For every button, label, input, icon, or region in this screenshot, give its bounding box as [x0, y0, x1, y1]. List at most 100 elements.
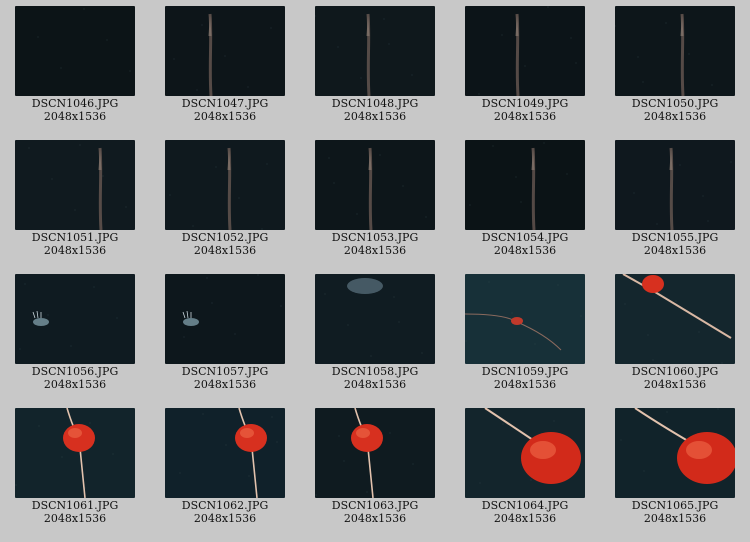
thumbnail-cell[interactable]: DSCN1046.JPG 2048x1536 [0, 0, 150, 134]
thumbnail-filename: DSCN1048.JPG [331, 97, 419, 110]
thumbnail-dimensions: 2048x1536 [43, 110, 107, 123]
thumbnail-dimensions: 2048x1536 [493, 512, 557, 525]
thumbnail-filename: DSCN1060.JPG [631, 365, 719, 378]
thumbnail-dimensions: 2048x1536 [493, 378, 557, 391]
thumbnail-filename: DSCN1047.JPG [181, 97, 269, 110]
thumbnail-cell[interactable]: DSCN1058.JPG 2048x1536 [300, 268, 450, 402]
thumbnail-filename: DSCN1050.JPG [631, 97, 719, 110]
thumbnail-dimensions: 2048x1536 [643, 110, 707, 123]
thumbnail-image[interactable] [15, 6, 135, 96]
thumbnail-photo [315, 140, 435, 230]
thumbnail-photo [615, 140, 735, 230]
thumbnail-filename: DSCN1051.JPG [31, 231, 119, 244]
thumbnail-dimensions: 2048x1536 [493, 110, 557, 123]
thumbnail-dimensions: 2048x1536 [343, 378, 407, 391]
thumbnail-filename: DSCN1061.JPG [31, 499, 119, 512]
thumbnail-dimensions: 2048x1536 [643, 244, 707, 257]
thumbnail-filename: DSCN1059.JPG [481, 365, 569, 378]
thumbnail-dimensions: 2048x1536 [43, 378, 107, 391]
thumbnail-dimensions: 2048x1536 [193, 512, 257, 525]
thumbnail-dimensions: 2048x1536 [343, 110, 407, 123]
thumbnail-dimensions: 2048x1536 [193, 244, 257, 257]
thumbnail-image[interactable] [465, 408, 585, 498]
thumbnail-cell[interactable]: DSCN1051.JPG 2048x1536 [0, 134, 150, 268]
thumbnail-dimensions: 2048x1536 [643, 512, 707, 525]
thumbnail-image[interactable] [165, 140, 285, 230]
thumbnail-dimensions: 2048x1536 [343, 512, 407, 525]
thumbnail-dimensions: 2048x1536 [343, 244, 407, 257]
thumbnail-filename: DSCN1062.JPG [181, 499, 269, 512]
thumbnail-image[interactable] [15, 140, 135, 230]
thumbnail-image[interactable] [165, 274, 285, 364]
thumbnail-photo [15, 6, 135, 96]
thumbnail-cell[interactable]: DSCN1065.JPG 2048x1536 [600, 402, 750, 536]
thumbnail-cell[interactable]: DSCN1056.JPG 2048x1536 [0, 268, 150, 402]
thumbnail-cell[interactable]: DSCN1059.JPG 2048x1536 [450, 268, 600, 402]
thumbnail-cell[interactable]: DSCN1063.JPG 2048x1536 [300, 402, 450, 536]
thumbnail-photo [15, 408, 135, 498]
thumbnail-image[interactable] [315, 408, 435, 498]
thumbnail-photo [465, 408, 585, 498]
thumbnail-filename: DSCN1057.JPG [181, 365, 269, 378]
thumbnail-cell[interactable]: DSCN1057.JPG 2048x1536 [150, 268, 300, 402]
thumbnail-image[interactable] [165, 408, 285, 498]
thumbnail-cell[interactable]: DSCN1047.JPG 2048x1536 [150, 0, 300, 134]
thumbnail-photo [465, 274, 585, 364]
thumbnail-image[interactable] [165, 6, 285, 96]
thumbnail-filename: DSCN1065.JPG [631, 499, 719, 512]
thumbnail-dimensions: 2048x1536 [643, 378, 707, 391]
thumbnail-photo [465, 6, 585, 96]
thumbnail-filename: DSCN1058.JPG [331, 365, 419, 378]
thumbnail-image[interactable] [465, 140, 585, 230]
thumbnail-photo [165, 6, 285, 96]
thumbnail-dimensions: 2048x1536 [193, 378, 257, 391]
thumbnail-image[interactable] [315, 140, 435, 230]
thumbnail-dimensions: 2048x1536 [43, 244, 107, 257]
thumbnail-image[interactable] [315, 274, 435, 364]
thumbnail-filename: DSCN1056.JPG [31, 365, 119, 378]
thumbnail-cell[interactable]: DSCN1049.JPG 2048x1536 [450, 0, 600, 134]
thumbnail-filename: DSCN1049.JPG [481, 97, 569, 110]
thumbnail-photo [315, 6, 435, 96]
thumbnail-cell[interactable]: DSCN1052.JPG 2048x1536 [150, 134, 300, 268]
thumbnail-filename: DSCN1064.JPG [481, 499, 569, 512]
thumbnail-image[interactable] [465, 6, 585, 96]
thumbnail-photo [165, 274, 285, 364]
thumbnail-filename: DSCN1063.JPG [331, 499, 419, 512]
thumbnail-cell[interactable]: DSCN1053.JPG 2048x1536 [300, 134, 450, 268]
thumbnail-image[interactable] [615, 408, 735, 498]
thumbnail-filename: DSCN1054.JPG [481, 231, 569, 244]
thumbnail-photo [465, 140, 585, 230]
thumbnail-photo [165, 408, 285, 498]
thumbnail-cell[interactable]: DSCN1048.JPG 2048x1536 [300, 0, 450, 134]
thumbnail-cell[interactable]: DSCN1061.JPG 2048x1536 [0, 402, 150, 536]
thumbnail-filename: DSCN1052.JPG [181, 231, 269, 244]
thumbnail-photo [315, 274, 435, 364]
thumbnail-photo [615, 6, 735, 96]
thumbnail-cell[interactable]: DSCN1054.JPG 2048x1536 [450, 134, 600, 268]
thumbnail-image[interactable] [615, 140, 735, 230]
thumbnail-image[interactable] [615, 274, 735, 364]
thumbnail-cell[interactable]: DSCN1060.JPG 2048x1536 [600, 268, 750, 402]
thumbnail-image[interactable] [465, 274, 585, 364]
thumbnail-image[interactable] [315, 6, 435, 96]
thumbnail-filename: DSCN1046.JPG [31, 97, 119, 110]
thumbnail-grid: DSCN1046.JPG 2048x1536 DSCN1047.JPG 2048… [0, 0, 750, 542]
thumbnail-photo [165, 140, 285, 230]
thumbnail-photo [615, 274, 735, 364]
thumbnail-photo [615, 408, 735, 498]
thumbnail-filename: DSCN1055.JPG [631, 231, 719, 244]
thumbnail-cell[interactable]: DSCN1062.JPG 2048x1536 [150, 402, 300, 536]
thumbnail-image[interactable] [15, 274, 135, 364]
thumbnail-cell[interactable]: DSCN1050.JPG 2048x1536 [600, 0, 750, 134]
thumbnail-dimensions: 2048x1536 [43, 512, 107, 525]
thumbnail-photo [15, 140, 135, 230]
thumbnail-dimensions: 2048x1536 [193, 110, 257, 123]
thumbnail-cell[interactable]: DSCN1064.JPG 2048x1536 [450, 402, 600, 536]
thumbnail-filename: DSCN1053.JPG [331, 231, 419, 244]
thumbnail-cell[interactable]: DSCN1055.JPG 2048x1536 [600, 134, 750, 268]
thumbnail-photo [15, 274, 135, 364]
thumbnail-image[interactable] [15, 408, 135, 498]
thumbnail-photo [315, 408, 435, 498]
thumbnail-image[interactable] [615, 6, 735, 96]
